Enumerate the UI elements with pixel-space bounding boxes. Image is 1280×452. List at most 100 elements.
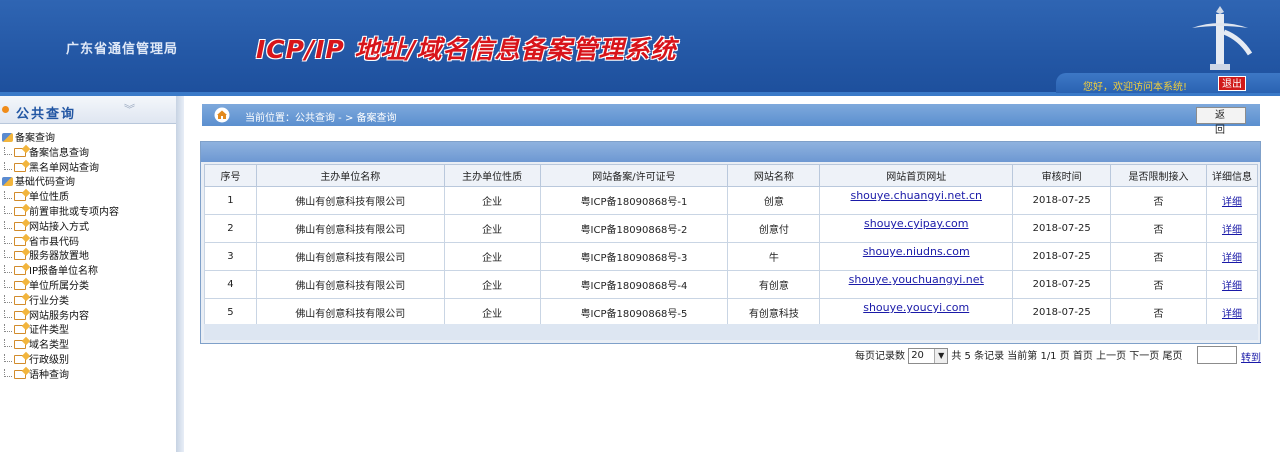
cell-license: 粤ICP备18090868号-1: [539, 186, 729, 215]
tree-item[interactable]: 语种查询: [0, 368, 176, 384]
cell-site: 创意: [727, 186, 821, 215]
column-header: 网站名称: [727, 164, 821, 187]
collapse-chevron-icon[interactable]: ︾: [124, 101, 135, 117]
dropdown-arrow-icon[interactable]: ▼: [934, 349, 948, 363]
column-header: 网站首页网址: [819, 164, 1014, 187]
cell-license: 粤ICP备18090868号-4: [539, 270, 729, 299]
results-table: 序号 主办单位名称 主办单位性质 网站备案/许可证号 网站名称 网站首页网址 审核时间 是否限…: [204, 164, 1259, 327]
logout-button[interactable]: 退出: [1218, 76, 1246, 91]
home-icon: [214, 107, 230, 123]
cell-no: 1: [204, 186, 257, 215]
breadcrumb: 当前位置：公共查询 - > 备案查询: [245, 113, 397, 124]
sidebar: 公共查询 ︾ 备案查询 备案信息查询 黑名单网站查询 基础代码查询 单位性质 前置审批或专…: [0, 96, 184, 452]
page-summary[interactable]: 共 5 条记录 当前第 1/1 页 首页 上一页 下一页 尾页: [951, 351, 1182, 362]
cell-site: 创意付: [727, 214, 821, 243]
sidebar-header[interactable]: 公共查询 ︾: [0, 96, 176, 124]
panel-footer-bar: [204, 324, 1258, 340]
cell-date: 2018-07-25: [1012, 270, 1112, 299]
tree-connector: [4, 250, 12, 259]
cell-org: 佛山有创意科技有限公司: [255, 186, 445, 215]
column-header: 是否限制接入: [1110, 164, 1207, 187]
cell-date: 2018-07-25: [1012, 214, 1112, 243]
tree-label: 省市县代码: [29, 236, 79, 248]
cell-org: 佛山有创意科技有限公司: [255, 214, 445, 243]
document-icon: [14, 325, 26, 335]
folder-icon: [2, 133, 13, 142]
cell-nature: 企业: [443, 270, 541, 299]
results-panel: 序号 主办单位名称 主办单位性质 网站备案/许可证号 网站名称 网站首页网址 审核时间 是否限…: [200, 141, 1261, 344]
site-url-link[interactable]: shouye.niudns.com: [863, 245, 970, 258]
tree-label: 单位性质: [29, 192, 69, 204]
folder-icon: [2, 177, 13, 187]
tree-connector: [4, 146, 12, 155]
tree-connector: [4, 339, 12, 348]
cell-date: 2018-07-25: [1012, 298, 1112, 327]
detail-link[interactable]: 详细: [1222, 281, 1242, 292]
sidebar-title: 公共查询: [16, 107, 77, 122]
per-page-select[interactable]: 20 ▼: [908, 348, 949, 364]
tree-connector: [4, 324, 12, 333]
site-url-link[interactable]: shouye.cyipay.com: [864, 217, 968, 230]
cell-org: 佛山有创意科技有限公司: [255, 298, 445, 327]
detail-link[interactable]: 详细: [1222, 225, 1242, 236]
cell-no: 2: [204, 214, 257, 243]
cell-restricted: 否: [1110, 270, 1207, 299]
tree-label: 网站服务内容: [29, 310, 89, 322]
column-header: 网站备案/许可证号: [539, 164, 729, 187]
sidebar-splitter[interactable]: [176, 96, 184, 452]
monument-logo-icon: [1192, 6, 1253, 70]
column-header: 主办单位名称: [255, 164, 445, 187]
tree-label: 前置审批或专项内容: [29, 206, 119, 218]
cell-license: 粤ICP备18090868号-2: [539, 214, 729, 243]
column-header: 主办单位性质: [443, 164, 541, 187]
site-url-link[interactable]: shouye.chuangyi.net.cn: [850, 189, 982, 202]
table-body: 1 佛山有创意科技有限公司 企业 粤ICP备18090868号-1 创意 shouye.c…: [204, 186, 1259, 327]
table-row: 3 佛山有创意科技有限公司 企业 粤ICP备18090868号-3 牛 shouye.ni…: [204, 242, 1259, 271]
cell-detail: 详细: [1205, 214, 1259, 243]
tree-connector: [4, 191, 12, 200]
detail-link[interactable]: 详细: [1222, 197, 1242, 208]
goto-link[interactable]: 转到: [1241, 349, 1261, 364]
tree-connector: [4, 220, 12, 229]
tree-item[interactable]: 黑名单网站查询: [0, 161, 176, 177]
goto-page-input[interactable]: [1197, 346, 1237, 364]
tree-connector: [4, 279, 12, 288]
document-icon: [14, 221, 26, 231]
cell-nature: 企业: [443, 298, 541, 327]
document-icon: [14, 266, 26, 276]
document-icon: [14, 251, 26, 261]
tree-connector: [4, 265, 12, 274]
tree-connector: [4, 161, 12, 170]
document-icon: [14, 162, 26, 172]
tree-label: 黑名单网站查询: [29, 162, 99, 174]
cell-nature: 企业: [443, 214, 541, 243]
tree-label: 服务器放置地: [29, 251, 89, 263]
tree-label: 备案信息查询: [29, 147, 89, 159]
document-icon: [14, 147, 26, 157]
cell-nature: 企业: [443, 186, 541, 215]
document-icon: [14, 206, 26, 216]
tree-label: IP报备单位名称: [29, 266, 98, 278]
cell-license: 粤ICP备18090868号-5: [539, 298, 729, 327]
detail-link[interactable]: 详细: [1222, 253, 1242, 264]
table-row: 5 佛山有创意科技有限公司 企业 粤ICP备18090868号-5 有创意科技 shouy…: [204, 298, 1259, 327]
tree-connector: [4, 309, 12, 318]
site-url-link[interactable]: shouye.youcyi.com: [863, 301, 969, 314]
system-title: ICP/IP 地址/域名信息备案管理系统: [256, 35, 677, 64]
cell-nature: 企业: [443, 242, 541, 271]
cell-url: shouye.youcyi.com: [819, 298, 1014, 327]
cell-url: shouye.niudns.com: [819, 242, 1014, 271]
detail-link[interactable]: 详细: [1222, 309, 1242, 320]
site-url-link[interactable]: shouye.youchuangyi.net: [849, 273, 984, 286]
cell-org: 佛山有创意科技有限公司: [255, 242, 445, 271]
tree-label: 语种查询: [29, 369, 69, 381]
header-banner: 广东省通信管理局 ICP/IP 地址/域名信息备案管理系统 您好，欢迎访问本系统…: [0, 0, 1280, 96]
pagination: 每页记录数 20 ▼ 共 5 条记录 当前第 1/1 页 首页 上一页 下一页 尾…: [855, 347, 1182, 364]
document-icon: [14, 310, 26, 320]
cell-detail: 详细: [1205, 186, 1259, 215]
back-button[interactable]: 返 回: [1196, 107, 1246, 136]
cell-url: shouye.cyipay.com: [819, 214, 1014, 243]
document-icon: [14, 340, 26, 350]
tree-label: 基础代码查询: [15, 177, 75, 189]
cell-detail: 详细: [1205, 270, 1259, 299]
